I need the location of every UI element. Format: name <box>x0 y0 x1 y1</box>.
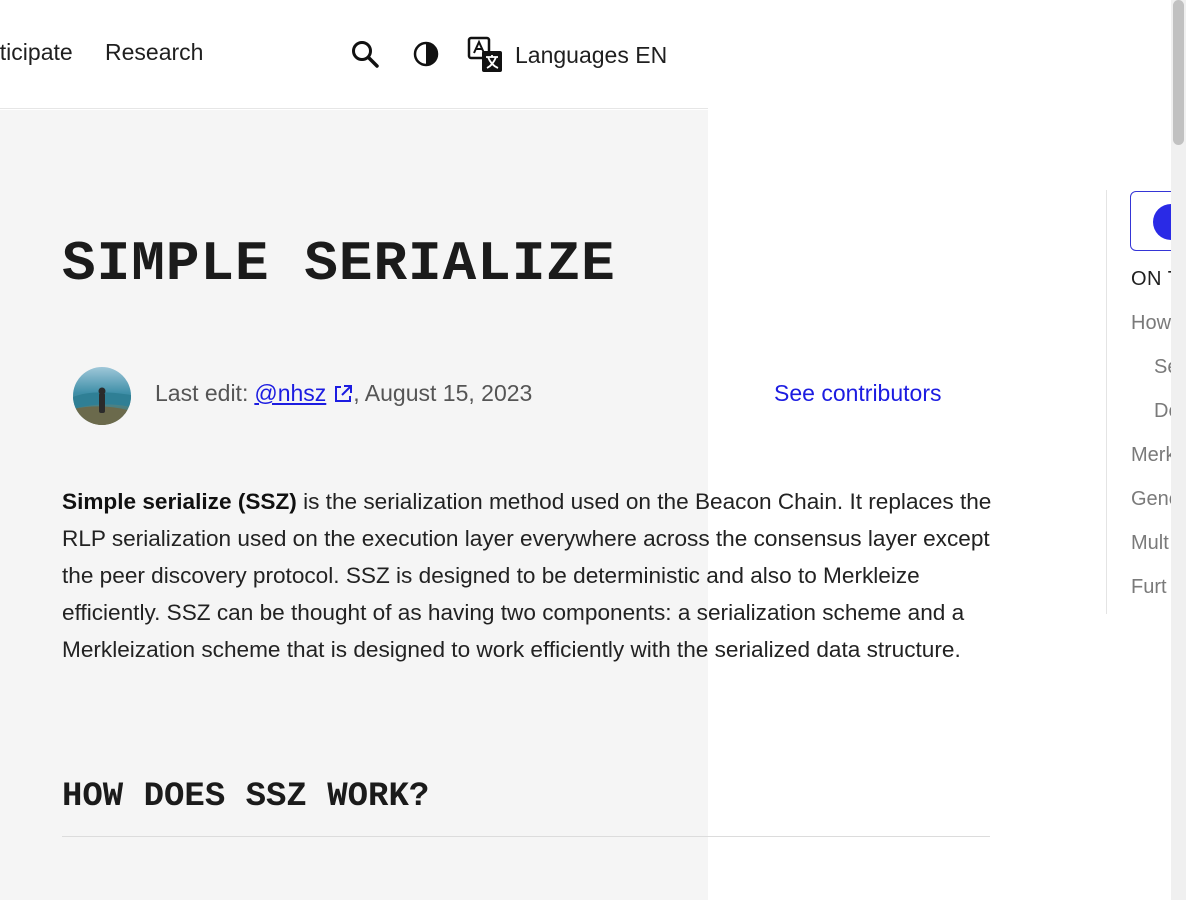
languages-label: Languages EN <box>515 41 668 68</box>
nav-participate[interactable]: Participate <box>0 39 73 66</box>
editor-name: @nhsz <box>254 380 327 406</box>
see-contributors-link[interactable]: See contributors <box>774 380 941 407</box>
intro-bold-term: Simple serialize (SSZ) <box>62 489 297 514</box>
search-icon <box>352 41 379 68</box>
last-edit-prefix: Last edit: <box>155 380 249 406</box>
page-title: SIMPLE SERIALIZE <box>62 232 616 296</box>
toc-item-how[interactable]: How <box>1131 312 1171 335</box>
theme-toggle-button[interactable] <box>412 38 442 70</box>
toc-border <box>1106 190 1107 614</box>
editor-link[interactable]: @nhsz <box>254 380 353 407</box>
section-heading: HOW DOES SSZ WORK? <box>62 778 430 816</box>
page-scrollbar[interactable] <box>1171 0 1186 900</box>
last-edit-line: Last edit: @nhsz , August 15, 2023 <box>155 380 532 407</box>
top-navigation-bar: Participate Research Languages EN <box>0 0 708 109</box>
nav-research[interactable]: Research <box>105 39 203 66</box>
intro-text: is the serialization method used on the … <box>62 489 992 662</box>
heading-divider <box>62 836 990 837</box>
toc-item-merkleization[interactable]: Merk <box>1131 444 1175 467</box>
search-button[interactable] <box>350 38 380 70</box>
toc-item-further-reading[interactable]: Furt <box>1131 576 1167 599</box>
intro-paragraph: Simple serialize (SSZ) is the serializat… <box>62 483 992 668</box>
scrollbar-thumb[interactable] <box>1173 0 1184 145</box>
external-link-icon <box>335 384 353 402</box>
moon-icon <box>413 41 439 67</box>
edit-date: , August 15, 2023 <box>353 380 533 406</box>
avatar[interactable] <box>73 367 131 425</box>
toc-item-multiproofs[interactable]: Mult <box>1131 532 1169 555</box>
languages-button[interactable]: Languages EN <box>467 36 667 74</box>
translate-icon <box>467 36 502 72</box>
